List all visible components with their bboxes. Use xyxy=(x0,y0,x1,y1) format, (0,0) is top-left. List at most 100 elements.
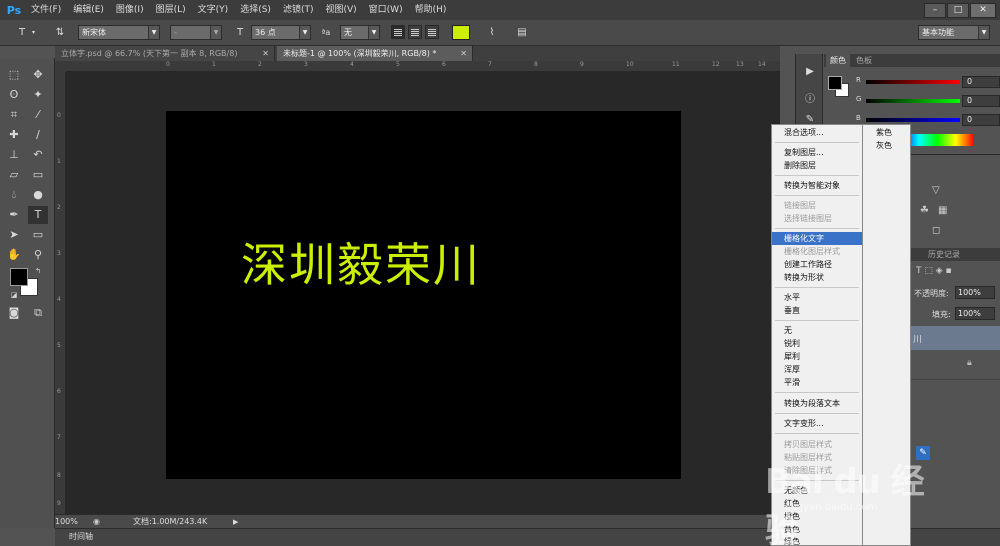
zoom-level[interactable]: 100% xyxy=(55,515,78,529)
menu-file[interactable]: 文件(F) xyxy=(25,0,67,20)
timeline-tab[interactable]: 时间轴 xyxy=(69,529,93,545)
tab-history[interactable]: 历史记录 xyxy=(924,248,964,261)
menu-item-vertical[interactable]: 垂直 xyxy=(772,304,862,317)
blue-value[interactable]: 0 xyxy=(962,114,1000,126)
clone-stamp-tool-icon[interactable]: ⊥ xyxy=(4,146,24,164)
menu-item-aa-sharp[interactable]: 锐利 xyxy=(772,337,862,350)
menu-item-blending-options[interactable]: 混合选项... xyxy=(772,126,862,139)
quick-mask-icon[interactable]: ◙ xyxy=(4,304,24,322)
swap-colors-icon[interactable]: ↰ xyxy=(28,262,48,280)
lasso-tool-icon[interactable]: ʘ xyxy=(4,86,24,104)
adjustment-triangle-icon[interactable]: ▽ xyxy=(932,185,940,196)
green-slider[interactable]: G 0 xyxy=(856,95,1000,107)
font-style-select[interactable]: - ▼ xyxy=(170,25,222,40)
workspace-select[interactable]: 基本功能 ▼ xyxy=(918,25,990,40)
menu-select[interactable]: 选择(S) xyxy=(234,0,277,20)
menu-item-aa-smooth[interactable]: 平滑 xyxy=(772,376,862,389)
tab-document-2[interactable]: 未标题-1 @ 100% (深圳毅荣川, RGB/8) * ✕ xyxy=(277,46,473,61)
menu-item-create-work-path[interactable]: 创建工作路径 xyxy=(772,258,862,271)
brush-tool-icon[interactable]: ∕ xyxy=(28,126,48,144)
shape-tool-icon[interactable]: ▭ xyxy=(28,226,48,244)
blue-track[interactable] xyxy=(866,118,960,122)
info-icon[interactable]: ⓘ xyxy=(801,92,819,108)
wrench-icon[interactable]: ✎ xyxy=(916,446,930,460)
align-left-button[interactable] xyxy=(391,25,405,39)
menu-item-green[interactable]: 绿色 xyxy=(772,535,862,546)
green-track[interactable] xyxy=(866,99,960,103)
hand-tool-icon[interactable]: ✋ xyxy=(4,246,24,264)
default-colors-icon[interactable]: ◪ xyxy=(4,286,24,304)
status-menu-arrow-icon[interactable]: ▶ xyxy=(233,515,238,529)
menu-item-aa-none[interactable]: 无 xyxy=(772,324,862,337)
menu-item-convert-paragraph-text[interactable]: 转换为段落文本 xyxy=(772,397,862,410)
tab-document-1[interactable]: 立体字.psd @ 66.7% (天下第一 副本 8, RGB/8) ✕ xyxy=(55,46,275,61)
dodge-tool-icon[interactable]: ● xyxy=(28,186,48,204)
healing-brush-tool-icon[interactable]: ✚ xyxy=(4,126,24,144)
panel-foreground-swatch[interactable] xyxy=(828,76,842,90)
menu-item-convert-smart-object[interactable]: 转换为智能对象 xyxy=(772,179,862,192)
red-value[interactable]: 0 xyxy=(962,76,1000,88)
pen-tool-icon[interactable]: ✒ xyxy=(4,206,24,224)
menu-layer[interactable]: 图层(L) xyxy=(150,0,192,20)
menu-item-aa-crisp[interactable]: 犀利 xyxy=(772,350,862,363)
menu-item-orange[interactable]: 橙色 xyxy=(772,510,862,523)
menu-item-no-color[interactable]: 无颜色 xyxy=(772,484,862,497)
menu-item-violet[interactable]: 紫色 xyxy=(863,126,909,139)
font-size-select[interactable]: 36 点 ▼ xyxy=(251,25,311,40)
menu-item-delete-layer[interactable]: 删除图层 xyxy=(772,159,862,172)
selected-layer-row[interactable]: 川 xyxy=(909,326,1000,350)
adjustment-channel-mixer-icon[interactable]: ☘ xyxy=(920,205,929,216)
foreground-color-swatch[interactable] xyxy=(10,268,28,286)
background-layer-row[interactable]: 🔒︎ xyxy=(909,350,1000,380)
align-center-button[interactable] xyxy=(408,25,422,39)
vertical-ruler[interactable]: 0 1 2 3 4 5 6 7 8 9 xyxy=(55,72,66,514)
gradient-tool-icon[interactable]: ▭ xyxy=(28,166,48,184)
menu-image[interactable]: 图像(I) xyxy=(110,0,150,20)
align-right-button[interactable] xyxy=(425,25,439,39)
layer-filter-icons[interactable]: T ⬚ ◈ ▪ xyxy=(916,266,952,276)
close-icon[interactable]: ✕ xyxy=(262,46,269,61)
marquee-tool-icon[interactable]: ⬚ xyxy=(4,66,24,84)
canvas-text-layer[interactable]: 深圳毅荣川 xyxy=(166,229,556,295)
type-tool-button[interactable]: T xyxy=(28,206,48,224)
history-brush-tool-icon[interactable]: ↶ xyxy=(28,146,48,164)
menu-window[interactable]: 窗口(W) xyxy=(363,0,409,20)
menu-item-duplicate-layer[interactable]: 复制图层... xyxy=(772,146,862,159)
fill-field[interactable]: 100% xyxy=(955,307,995,320)
character-panel-icon[interactable]: ▤ xyxy=(514,25,530,41)
menu-item-horizontal[interactable]: 水平 xyxy=(772,291,862,304)
horizontal-ruler[interactable]: 0 1 2 3 4 5 6 7 8 9 10 11 12 13 14 xyxy=(66,61,780,72)
adjustment-grid-icon[interactable]: ▦ xyxy=(938,205,947,216)
type-tool-icon[interactable]: T xyxy=(14,25,30,41)
blur-tool-icon[interactable]: 💧︎ xyxy=(4,186,24,204)
menu-item-rasterize-type[interactable]: 栅格化文字 xyxy=(772,232,862,245)
eraser-tool-icon[interactable]: ▱ xyxy=(4,166,24,184)
menu-type[interactable]: 文字(Y) xyxy=(192,0,235,20)
green-value[interactable]: 0 xyxy=(962,95,1000,107)
play-icon[interactable]: ▶ xyxy=(801,64,819,80)
minimize-button[interactable]: – xyxy=(924,2,946,18)
close-icon[interactable]: ✕ xyxy=(460,46,467,61)
maximize-button[interactable]: □ xyxy=(947,2,969,18)
document-canvas[interactable]: 深圳毅荣川 xyxy=(166,111,681,479)
toggle-orientation-icon[interactable]: ⇅ xyxy=(52,25,68,41)
warp-text-icon[interactable]: ⌇ xyxy=(484,25,500,41)
menu-item-aa-strong[interactable]: 浑厚 xyxy=(772,363,862,376)
menu-edit[interactable]: 编辑(E) xyxy=(67,0,110,20)
tab-swatches[interactable]: 色板 xyxy=(852,54,876,67)
menu-item-red[interactable]: 红色 xyxy=(772,497,862,510)
font-family-select[interactable]: 新宋体 ▼ xyxy=(78,25,160,40)
menu-item-warp-text[interactable]: 文字变形... xyxy=(772,417,862,430)
status-info-icon[interactable]: ◉ xyxy=(93,515,105,527)
tool-preset-chevron-icon[interactable]: ▾ xyxy=(32,25,35,40)
menu-item-convert-to-shape[interactable]: 转换为形状 xyxy=(772,271,862,284)
menu-view[interactable]: 视图(V) xyxy=(319,0,362,20)
adjustment-threshold-icon[interactable]: ◻ xyxy=(932,225,940,236)
path-selection-tool-icon[interactable]: ➤ xyxy=(4,226,24,244)
magic-wand-tool-icon[interactable]: ✦ xyxy=(28,86,48,104)
screen-mode-icon[interactable]: ⧉ xyxy=(28,304,48,322)
red-track[interactable] xyxy=(866,80,960,84)
tab-color[interactable]: 颜色 xyxy=(826,54,850,67)
move-tool-icon[interactable]: ✥ xyxy=(28,66,48,84)
antialias-select[interactable]: 无 ▼ xyxy=(340,25,380,40)
